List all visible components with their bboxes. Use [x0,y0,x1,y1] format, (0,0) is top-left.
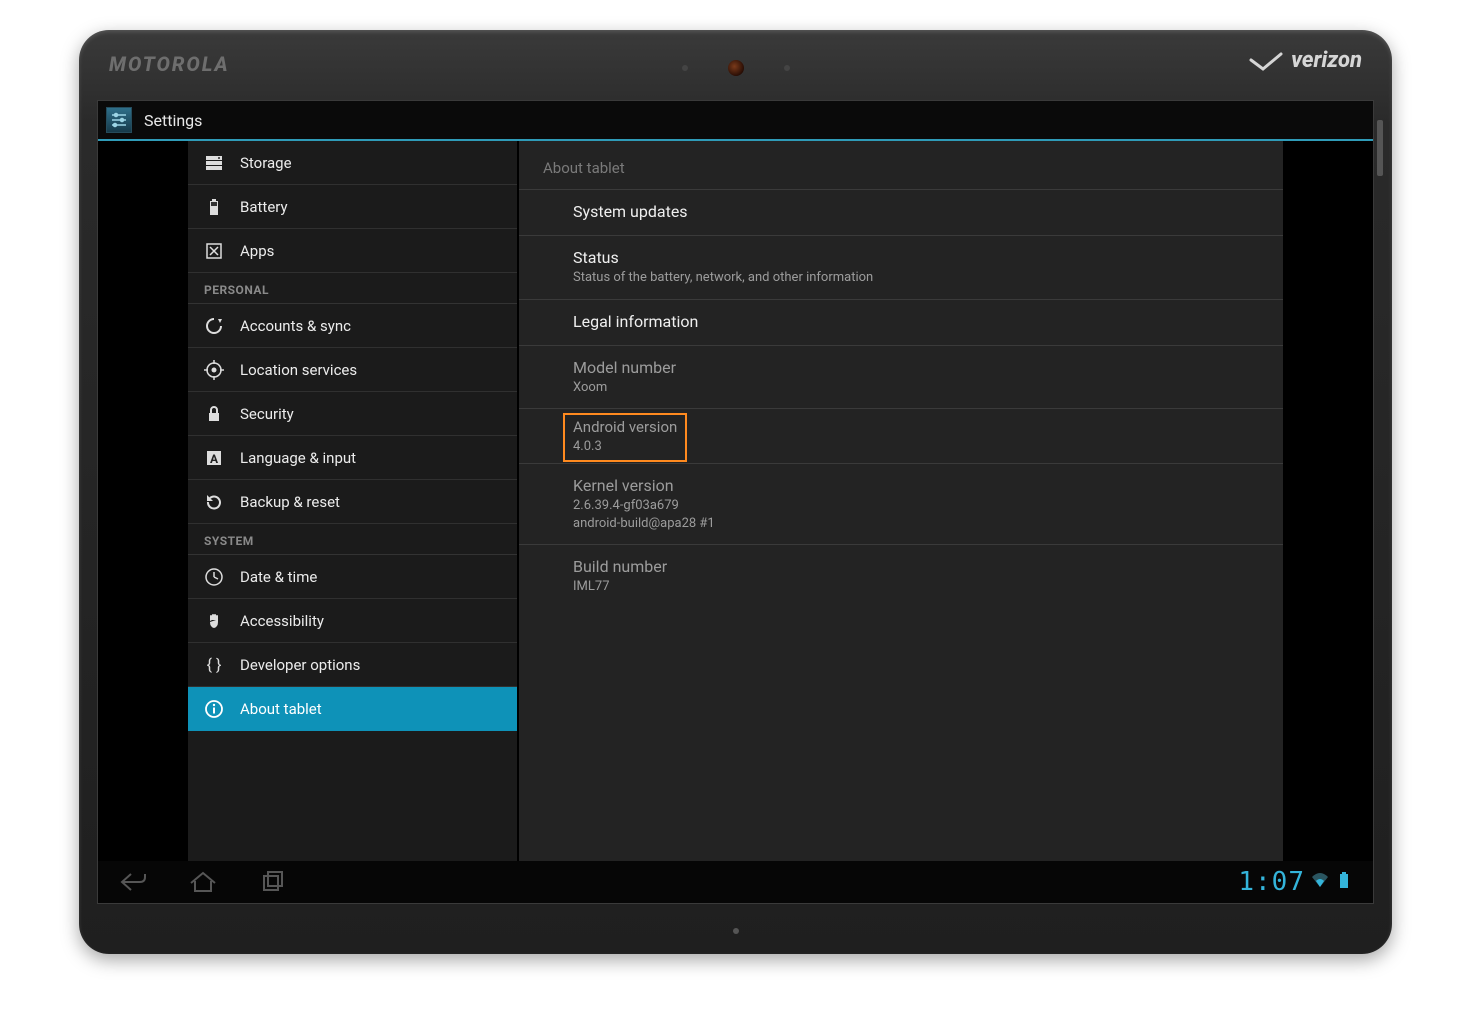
sidebar-item-label: Date & time [240,568,317,586]
sidebar-item-battery[interactable]: Battery [188,185,517,229]
detail-system-updates[interactable]: System updates [519,190,1283,236]
sidebar-item-label: Apps [240,242,274,260]
sidebar-item-label: Battery [240,198,288,216]
status-area[interactable]: 1:07 [1238,867,1353,897]
sidebar-item-label: Location services [240,361,357,379]
sidebar-item-label: Accessibility [240,612,324,630]
wifi-icon [1311,871,1329,893]
sidebar-item-label: About tablet [240,700,322,718]
tablet-side-button [1377,120,1383,176]
sidebar-item-accounts-sync[interactable]: Accounts & sync [188,304,517,348]
verizon-check-icon [1249,51,1283,71]
recent-apps-button[interactable] [258,870,288,894]
detail-header: About tablet [519,141,1283,190]
battery-status-icon [1335,871,1353,893]
sidebar-item-storage[interactable]: Storage [188,141,517,185]
sidebar-item-about[interactable]: About tablet [188,687,517,731]
storage-icon [204,153,224,173]
sync-icon [204,316,224,336]
battery-icon [204,197,224,217]
svg-text:A: A [210,452,219,466]
sidebar-item-label: Storage [240,154,292,172]
sidebar-item-developer[interactable]: { } Developer options [188,643,517,687]
lock-icon [204,404,224,424]
clock: 1:07 [1238,867,1305,897]
sidebar-item-label: Backup & reset [240,493,340,511]
info-icon [204,699,224,719]
language-icon: A [204,448,224,468]
sidebar-item-accessibility[interactable]: Accessibility [188,599,517,643]
system-nav-bar: 1:07 [98,861,1373,903]
section-system: SYSTEM [188,524,517,555]
clock-icon [204,567,224,587]
detail-status[interactable]: Status Status of the battery, network, a… [519,236,1283,300]
backup-icon [204,492,224,512]
sidebar-item-datetime[interactable]: Date & time [188,555,517,599]
detail-model[interactable]: Model number Xoom [519,346,1283,410]
gutter-left [98,141,188,861]
settings-detail[interactable]: About tablet System updates Status Statu… [518,141,1283,861]
section-personal: PERSONAL [188,273,517,304]
tablet-frame: MOTOROLA verizon Settings Storage [79,30,1392,954]
sidebar-item-language[interactable]: A Language & input [188,436,517,480]
location-icon [204,360,224,380]
detail-kernel[interactable]: Kernel version 2.6.39.4-gf03a679 android… [519,464,1283,545]
action-bar-title: Settings [144,111,202,130]
action-bar: Settings [98,101,1373,141]
brand-motorola: MOTOROLA [109,52,230,76]
detail-android-version[interactable]: Android version 4.0.3 [519,409,1283,464]
settings-app-icon [106,107,132,133]
sidebar-item-apps[interactable]: Apps [188,229,517,273]
home-button[interactable] [188,870,218,894]
detail-build[interactable]: Build number IML77 [519,545,1283,608]
tablet-bottom-sensor [733,928,739,934]
sidebar-item-location[interactable]: Location services [188,348,517,392]
sidebar-item-security[interactable]: Security [188,392,517,436]
apps-icon [204,241,224,261]
highlight-box: Android version 4.0.3 [563,413,687,462]
hand-icon [204,611,224,631]
detail-legal[interactable]: Legal information [519,300,1283,346]
sidebar-item-label: Accounts & sync [240,317,351,335]
braces-icon: { } [204,655,224,675]
back-button[interactable] [118,870,148,894]
settings-body: Storage Battery Apps PERSONAL Accounts &… [98,141,1373,861]
settings-sidebar[interactable]: Storage Battery Apps PERSONAL Accounts &… [188,141,518,861]
tablet-camera [682,60,790,76]
screen: Settings Storage Battery Apps PERSONAL [97,100,1374,904]
sidebar-item-backup[interactable]: Backup & reset [188,480,517,524]
brand-verizon: verizon [1249,48,1362,73]
sidebar-item-label: Security [240,405,294,423]
sidebar-item-label: Language & input [240,449,356,467]
sidebar-item-label: Developer options [240,656,360,674]
gutter-right [1283,141,1373,861]
